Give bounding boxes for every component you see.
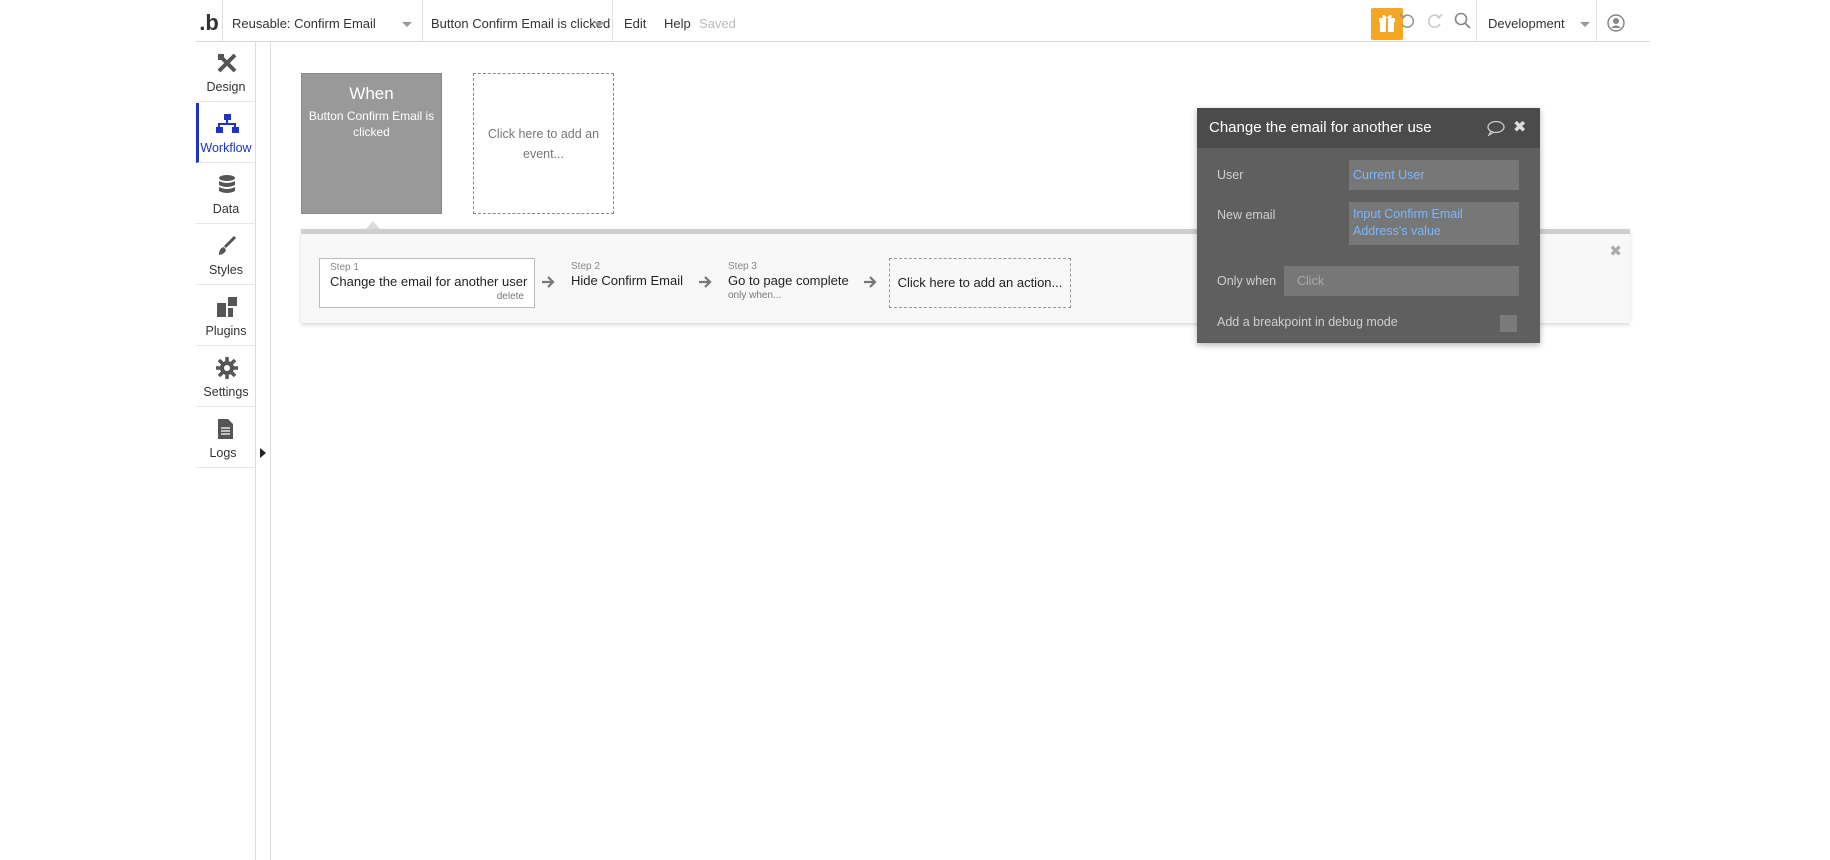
action-step-2[interactable]: Step 2 Hide Confirm Email: [561, 258, 691, 308]
chevron-down-icon[interactable]: [594, 22, 604, 27]
delete-step-link[interactable]: delete: [497, 291, 524, 302]
event-description: Button Confirm Email is clicked: [308, 109, 435, 139]
close-icon[interactable]: ✖: [1513, 117, 1526, 137]
new-email-label: New email: [1217, 208, 1276, 222]
workflow-editor: .b Reusable: Confirm Email Button Confir…: [196, 0, 1650, 860]
arrow-right-icon: [542, 276, 555, 288]
sidebar-item-design[interactable]: Design: [196, 42, 256, 102]
step-name: Hide Confirm Email: [571, 273, 683, 288]
account-icon[interactable]: [1606, 13, 1626, 33]
sidebar: Design Workflow Data Styles Plugins Sett…: [196, 42, 256, 860]
sidebar-item-plugins[interactable]: Plugins: [196, 286, 256, 346]
divider: [1596, 0, 1597, 42]
arrow-right-icon: [864, 276, 877, 288]
sidebar-item-label: Logs: [209, 446, 237, 460]
property-editor-header[interactable]: Change the email for another use ✖: [1197, 108, 1540, 148]
page-selector[interactable]: Reusable: Confirm Email: [232, 0, 422, 42]
add-event-button[interactable]: Click here to add an event...: [473, 73, 614, 214]
step-number: Step 2: [571, 261, 600, 272]
step-name: Go to page complete: [728, 273, 849, 288]
redo-icon[interactable]: [1425, 11, 1445, 31]
property-editor-title: Change the email for another use: [1209, 119, 1432, 136]
brush-icon: [219, 235, 237, 255]
user-label: User: [1217, 168, 1244, 182]
event-selector[interactable]: Button Confirm Email is clicked: [431, 0, 610, 42]
workflow-icon: [216, 114, 239, 133]
environment-selector[interactable]: Development: [1488, 0, 1565, 42]
divider: [222, 0, 223, 42]
divider: [1476, 0, 1477, 42]
divider: [270, 42, 271, 860]
plugin-icon: [217, 297, 237, 317]
chevron-down-icon[interactable]: [1580, 22, 1590, 27]
sidebar-item-label: Design: [206, 80, 246, 94]
property-editor: Change the email for another use ✖ User …: [1197, 108, 1540, 343]
event-pointer: [366, 221, 380, 229]
database-icon: [219, 175, 235, 193]
sidebar-item-label: Workflow: [200, 141, 252, 155]
sidebar-item-settings[interactable]: Settings: [196, 347, 256, 407]
add-action-button[interactable]: Click here to add an action...: [889, 258, 1071, 308]
only-when-field[interactable]: Click: [1284, 266, 1519, 296]
arrow-right-icon: [699, 276, 712, 288]
only-when-link[interactable]: only when...: [728, 290, 781, 301]
sidebar-item-styles[interactable]: Styles: [196, 225, 256, 285]
divider: [612, 0, 613, 42]
sidebar-item-label: Data: [212, 202, 240, 216]
event-card[interactable]: When Button Confirm Email is clicked: [301, 73, 442, 214]
breakpoint-label: Add a breakpoint in debug mode: [1217, 315, 1398, 329]
sidebar-item-workflow[interactable]: Workflow: [196, 103, 256, 163]
sidebar-item-label: Settings: [203, 385, 249, 399]
top-bar: .b Reusable: Confirm Email Button Confir…: [196, 0, 1650, 42]
only-when-label: Only when: [1217, 274, 1277, 288]
gear-icon: [216, 357, 238, 379]
action-step-1[interactable]: Step 1 Change the email for another user…: [319, 258, 535, 308]
event-when-label: When: [349, 84, 394, 103]
step-name: Change the email for another user: [330, 274, 528, 289]
close-icon[interactable]: ✖: [1609, 242, 1622, 260]
search-icon[interactable]: [1453, 11, 1473, 31]
action-step-3[interactable]: Step 3 Go to page complete only when...: [718, 258, 863, 308]
design-tools-icon: [217, 53, 237, 73]
help-menu[interactable]: Help: [664, 0, 691, 42]
comment-icon[interactable]: [1487, 120, 1505, 136]
sidebar-item-label: Styles: [208, 263, 244, 277]
bubble-logo[interactable]: .b: [196, 0, 222, 42]
chevron-down-icon[interactable]: [402, 22, 412, 27]
user-field[interactable]: Current User: [1349, 160, 1519, 190]
step-number: Step 3: [728, 261, 757, 272]
sidebar-item-logs[interactable]: Logs: [196, 408, 256, 468]
divider: [422, 0, 423, 42]
document-icon: [218, 419, 233, 439]
sidebar-item-label: Plugins: [205, 324, 247, 338]
undo-icon[interactable]: [1397, 11, 1417, 31]
edit-menu[interactable]: Edit: [624, 0, 646, 42]
expand-sidebar-icon[interactable]: [260, 448, 266, 458]
new-email-field[interactable]: Input Confirm Email Address's value: [1349, 202, 1519, 245]
breakpoint-checkbox[interactable]: [1500, 315, 1517, 332]
sidebar-item-data[interactable]: Data: [196, 164, 256, 224]
step-number: Step 1: [330, 262, 359, 273]
save-status: Saved: [699, 16, 736, 31]
